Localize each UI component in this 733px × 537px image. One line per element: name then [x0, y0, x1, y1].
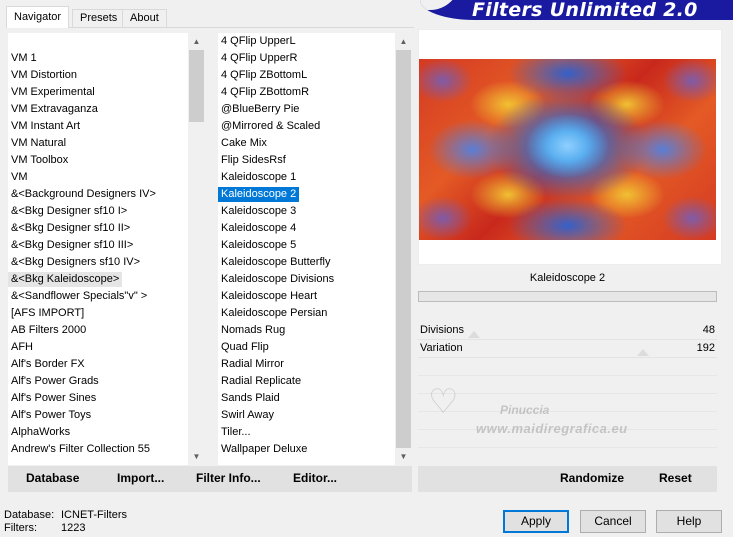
filter-item[interactable]: Cake Mix	[218, 136, 270, 151]
cancel-button[interactable]: Cancel	[580, 510, 646, 533]
database-button[interactable]: Database	[26, 471, 79, 485]
filter-item[interactable]: 4 QFlip UpperR	[218, 51, 300, 66]
filter-item[interactable]: Sands Plaid	[218, 391, 283, 406]
watermark-url: www.maidiregrafica.eu	[476, 421, 628, 436]
category-item[interactable]: &<Bkg Kaleidoscope>	[8, 272, 123, 287]
filter-item[interactable]: Kaleidoscope Persian	[218, 306, 330, 321]
category-item[interactable]: AlphaWorks	[8, 425, 73, 440]
category-item[interactable]: VM Experimental	[8, 85, 98, 100]
filter-item[interactable]: Nomads Rug	[218, 323, 288, 338]
filters-count: 1223	[61, 522, 86, 534]
category-item[interactable]: &<Bkg Designer sf10 II>	[8, 221, 133, 236]
empty-param-row	[418, 375, 717, 376]
filter-item[interactable]: Quad Flip	[218, 340, 272, 355]
filter-item[interactable]: Wallpaper Deluxe	[218, 442, 310, 457]
filter-item[interactable]: Kaleidoscope 2	[218, 187, 300, 202]
category-item[interactable]: VM Distortion	[8, 68, 80, 83]
category-item[interactable]: VM Extravaganza	[8, 102, 101, 117]
progress-bar	[418, 291, 717, 302]
database-value: ICNET-Filters	[61, 509, 127, 521]
filter-item[interactable]: Radial Mirror	[218, 357, 287, 372]
category-item[interactable]: &<Background Designers IV>	[8, 187, 159, 202]
filter-item[interactable]: Swirl Away	[218, 408, 277, 423]
scroll-up-icon[interactable]: ▲	[395, 33, 412, 50]
filter-item[interactable]: 4 QFlip UpperL	[218, 34, 299, 49]
scroll-thumb[interactable]	[189, 50, 204, 122]
randomize-button[interactable]: Randomize	[560, 471, 624, 485]
help-button[interactable]: Help	[656, 510, 722, 533]
import-button[interactable]: Import...	[117, 471, 164, 485]
empty-param-row	[418, 447, 717, 448]
category-item[interactable]: VM Natural	[8, 136, 69, 151]
editor-button[interactable]: Editor...	[293, 471, 337, 485]
filter-item[interactable]: Radial Replicate	[218, 374, 304, 389]
current-filter-name: Kaleidoscope 2	[418, 267, 717, 289]
scroll-thumb[interactable]	[396, 50, 411, 448]
category-item[interactable]: &<Bkg Designers sf10 IV>	[8, 255, 143, 270]
param-value: 48	[702, 324, 715, 336]
filter-item[interactable]: Kaleidoscope Heart	[218, 289, 320, 304]
category-item[interactable]: [AFS IMPORT]	[8, 306, 87, 321]
tab-about[interactable]: About	[122, 9, 167, 28]
filter-item[interactable]: Kaleidoscope 1	[218, 170, 299, 185]
category-item[interactable]: Andrew's Filter Collection 55	[8, 442, 153, 457]
watermark-name: Pinuccia	[500, 403, 550, 417]
app-logo-banner: Filters Unlimited 2.0	[420, 0, 733, 20]
filters-label: Filters:	[4, 522, 37, 534]
filter-item[interactable]: Flip SidesRsf	[218, 153, 289, 168]
variation-slider-handle[interactable]	[637, 349, 649, 356]
category-item[interactable]: VM Toolbox	[8, 153, 71, 168]
param-value: 192	[696, 342, 715, 354]
filter-item[interactable]: 4 QFlip ZBottomR	[218, 85, 312, 100]
database-label: Database:	[4, 509, 55, 521]
category-item[interactable]: Alf's Power Toys	[8, 408, 94, 423]
filter-item[interactable]: Kaleidoscope 3	[218, 204, 299, 219]
divisions-slider-handle[interactable]	[468, 331, 480, 338]
scroll-down-icon[interactable]: ▼	[188, 448, 205, 465]
app-title: Filters Unlimited 2.0	[472, 0, 698, 20]
category-scrollbar[interactable]: ▲ ▼	[188, 33, 205, 465]
filter-item[interactable]: Kaleidoscope 4	[218, 221, 299, 236]
category-item[interactable]: Alf's Border FX	[8, 357, 88, 372]
filter-item[interactable]: 4 QFlip ZBottomL	[218, 68, 310, 83]
param-row-variation[interactable]: Variation 192	[418, 340, 717, 357]
tab-navigator[interactable]: Navigator	[6, 6, 70, 28]
tab-presets[interactable]: Presets	[72, 9, 126, 28]
filter-info-button[interactable]: Filter Info...	[196, 471, 261, 485]
filter-item[interactable]: @Mirrored & Scaled	[218, 119, 323, 134]
scroll-down-icon[interactable]: ▼	[395, 448, 412, 465]
filter-item[interactable]: Tiler...	[218, 425, 254, 440]
filter-item[interactable]: Kaleidoscope Divisions	[218, 272, 337, 287]
category-item[interactable]: VM Instant Art	[8, 119, 83, 134]
scroll-up-icon[interactable]: ▲	[188, 33, 205, 50]
category-item[interactable]: &<Bkg Designer sf10 I>	[8, 204, 130, 219]
right-action-bar: Randomize Reset	[418, 466, 717, 492]
category-list[interactable]: VM 1 VM Distortion VM Experimental VM Extra…	[8, 33, 188, 465]
category-item[interactable]: Alf's Power Grads	[8, 374, 102, 389]
filter-list[interactable]: 4 QFlip UpperL 4 QFlip UpperR 4 QFlip ZBot…	[218, 33, 395, 465]
filter-item[interactable]: Kaleidoscope 5	[218, 238, 299, 253]
filter-item[interactable]: @BlueBerry Pie	[218, 102, 302, 117]
reset-button[interactable]: Reset	[659, 471, 692, 485]
param-row-divisions[interactable]: Divisions 48	[418, 322, 717, 339]
param-label: Variation	[420, 342, 463, 354]
filter-preview-image[interactable]	[419, 59, 716, 240]
category-item[interactable]: AB Filters 2000	[8, 323, 89, 338]
category-item[interactable]: &<Sandflower Specials"v" >	[8, 289, 150, 304]
category-item[interactable]: AFH	[8, 340, 36, 355]
param-label: Divisions	[420, 324, 465, 336]
heart-icon: ♡	[428, 383, 459, 421]
category-item[interactable]: VM 1	[8, 51, 40, 66]
param-track	[418, 357, 717, 358]
category-item[interactable]: Alf's Power Sines	[8, 391, 99, 406]
category-item[interactable]: &<Bkg Designer sf10 III>	[8, 238, 136, 253]
apply-button[interactable]: Apply	[503, 510, 569, 533]
watermark: ♡ Pinuccia www.maidiregrafica.eu	[428, 385, 658, 440]
filter-item[interactable]: Kaleidoscope Butterfly	[218, 255, 333, 270]
category-item[interactable]: VM	[8, 170, 31, 185]
left-action-bar: Database Import... Filter Info... Editor…	[8, 466, 412, 492]
filter-scrollbar[interactable]: ▲ ▼	[395, 33, 412, 465]
